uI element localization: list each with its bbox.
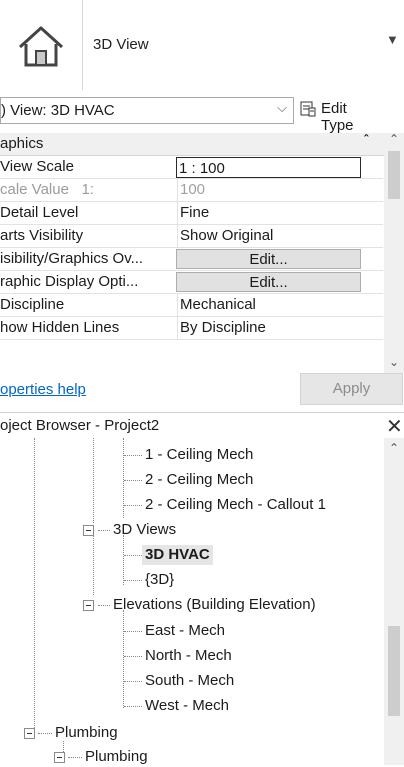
property-row-visibility-graphics: isibility/Graphics Ov... Edit...	[0, 248, 383, 271]
type-selector[interactable]: 3D View ▼	[0, 0, 404, 90]
tree-item-south[interactable]: South - Mech	[145, 671, 234, 691]
tree-line	[124, 480, 142, 481]
tree-item-3d[interactable]: {3D}	[145, 570, 174, 590]
properties-help-link[interactable]: operties help	[0, 381, 86, 398]
property-value: 1 : 100	[179, 160, 225, 177]
parts-visibility-field[interactable]: Show Original	[177, 225, 384, 247]
property-value: Mechanical	[180, 296, 256, 313]
property-row-parts-visibility[interactable]: arts Visibility Show Original	[0, 225, 383, 248]
tree-line	[124, 580, 142, 581]
scroll-up-icon[interactable]: ⌃	[389, 441, 399, 455]
tree-line	[34, 438, 35, 738]
project-browser-scrollbar[interactable]: ⌃	[384, 438, 404, 765]
button-label: Edit...	[249, 274, 288, 291]
house-icon	[18, 26, 64, 67]
property-row-graphic-display: raphic Display Opti... Edit...	[0, 271, 383, 294]
tree-item-plumbing-sub[interactable]: Plumbing	[85, 747, 148, 767]
property-name: View Scale	[0, 158, 74, 175]
project-browser-header: oject Browser - Project2 ✕	[0, 412, 404, 439]
tree-item-3d-hvac[interactable]: 3D HVAC	[142, 545, 213, 565]
tree-line	[124, 555, 142, 556]
scrollbar-thumb[interactable]	[388, 151, 400, 199]
edit-type-icon	[300, 101, 316, 117]
project-browser-title: oject Browser - Project2	[0, 417, 160, 434]
property-name: raphic Display Opti...	[0, 273, 139, 290]
tree-item-west[interactable]: West - Mech	[145, 696, 229, 716]
property-name: cale Value 1:	[0, 181, 94, 198]
tree-item-north[interactable]: North - Mech	[145, 646, 232, 666]
property-value: Show Original	[180, 227, 274, 244]
discipline-field[interactable]: Mechanical	[177, 294, 384, 316]
tree-line	[68, 757, 82, 758]
button-label: Edit...	[249, 251, 288, 268]
scroll-up-icon[interactable]: ⌃	[389, 132, 399, 146]
type-thumbnail	[0, 0, 83, 90]
instance-selector-label: ) View: 3D HVAC	[1, 102, 115, 119]
double-chevron-up-icon[interactable]: ˆ	[364, 132, 368, 147]
project-browser-tree: 1 - Ceiling Mech 2 - Ceiling Mech 2 - Ce…	[0, 438, 384, 765]
property-name: how Hidden Lines	[0, 319, 120, 336]
collapse-toggle-icon[interactable]	[24, 728, 35, 739]
detail-level-field[interactable]: Fine	[177, 202, 384, 224]
view-scale-field[interactable]: 1 : 100	[176, 157, 361, 178]
caret-down-icon[interactable]: ▼	[386, 32, 399, 47]
visibility-graphics-edit-button[interactable]: Edit...	[176, 249, 361, 269]
property-value: 100	[180, 181, 206, 198]
property-value: By Discipline	[180, 319, 266, 336]
property-name: Discipline	[0, 296, 65, 313]
property-name: isibility/Graphics Ov...	[0, 250, 144, 267]
tree-line	[124, 505, 142, 506]
tree-item-elevations[interactable]: Elevations (Building Elevation)	[113, 595, 316, 615]
property-row-scale-value: cale Value 1: 100	[0, 179, 383, 202]
tree-line	[124, 656, 142, 657]
tree-line	[98, 530, 110, 531]
collapse-toggle-icon[interactable]	[83, 525, 94, 536]
property-name: arts Visibility	[0, 227, 84, 244]
property-name: Detail Level	[0, 204, 79, 221]
property-value: Fine	[180, 204, 210, 221]
tree-line	[123, 438, 124, 518]
tree-line	[93, 535, 94, 595]
tree-item-ceiling-1[interactable]: 1 - Ceiling Mech	[145, 445, 253, 465]
instance-selector[interactable]: ) View: 3D HVAC ⌵	[0, 97, 294, 124]
tree-line	[124, 455, 142, 456]
tree-item-ceiling-2[interactable]: 2 - Ceiling Mech	[145, 470, 253, 490]
properties-scrollbar[interactable]: ⌃ ⌄	[384, 132, 404, 373]
properties-grid: aphics ˆ View Scale 1 : 100 cale Value 1…	[0, 132, 404, 373]
property-row-show-hidden-lines[interactable]: how Hidden Lines By Discipline	[0, 317, 383, 340]
tree-line	[123, 610, 124, 708]
type-name: 3D View	[93, 36, 149, 53]
tree-line	[124, 631, 142, 632]
collapse-toggle-icon[interactable]	[83, 600, 94, 611]
chevron-down-icon: ⌵	[277, 100, 287, 115]
property-row-detail-level[interactable]: Detail Level Fine	[0, 202, 383, 225]
tree-item-3d-views[interactable]: 3D Views	[113, 520, 176, 540]
scale-value-field: 100	[177, 179, 384, 201]
property-row-view-scale[interactable]: View Scale 1 : 100	[0, 156, 383, 179]
tree-line	[124, 706, 142, 707]
graphic-display-edit-button[interactable]: Edit...	[176, 272, 361, 292]
instance-row: ) View: 3D HVAC ⌵ Edit Type	[0, 94, 404, 134]
property-row-discipline[interactable]: Discipline Mechanical	[0, 294, 383, 317]
tree-line	[38, 733, 52, 734]
tree-line	[124, 681, 142, 682]
group-label: aphics	[0, 135, 44, 152]
group-header-graphics[interactable]: aphics ˆ	[0, 132, 384, 156]
tree-line	[123, 535, 124, 585]
tree-line	[93, 438, 94, 523]
collapse-toggle-icon[interactable]	[54, 752, 65, 763]
tree-item-ceiling-callout[interactable]: 2 - Ceiling Mech - Callout 1	[145, 495, 326, 515]
tree-line	[98, 605, 110, 606]
show-hidden-lines-field[interactable]: By Discipline	[177, 317, 384, 339]
edit-type-label: Edit Type	[321, 100, 354, 134]
tree-item-plumbing[interactable]: Plumbing	[55, 723, 118, 743]
scrollbar-thumb[interactable]	[388, 626, 400, 716]
apply-button[interactable]: Apply	[300, 373, 403, 405]
scroll-down-icon[interactable]: ⌄	[389, 355, 399, 369]
tree-item-east[interactable]: East - Mech	[145, 621, 225, 641]
close-icon[interactable]: ✕	[386, 414, 403, 439]
